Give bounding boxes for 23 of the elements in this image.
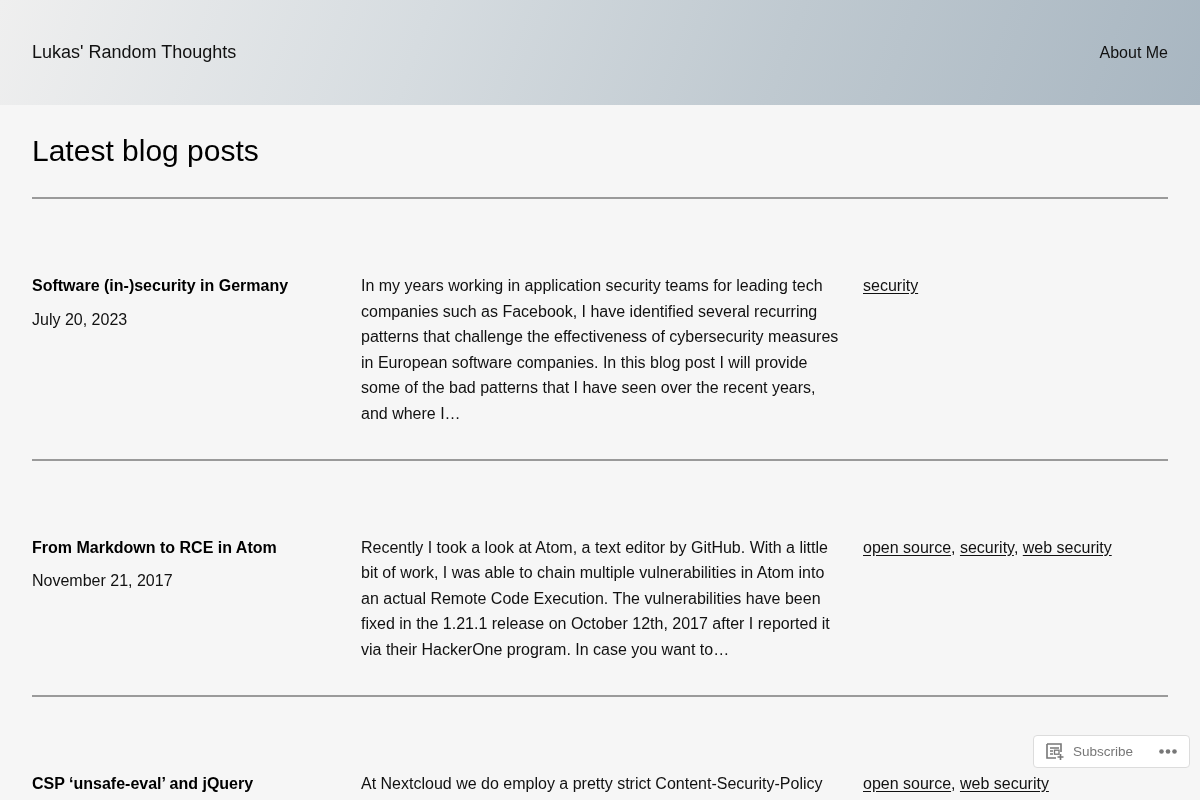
tag-list: open source, security, web security: [863, 534, 1112, 561]
tag-list: open source, web security: [863, 770, 1049, 797]
tag-link[interactable]: open source: [863, 538, 952, 556]
tag-link[interactable]: security: [863, 277, 919, 294]
tag-link[interactable]: web security: [959, 774, 1049, 792]
reader-plus-icon: [1045, 742, 1064, 761]
post-excerpt: Recently I took a look at Atom, a text editor by GitHub. With a little bit of work, I was able to chain multiple vulnerabilities in Atom into an actual Remote Code Execution. The vulnerabilities have been fixed in the 1.21.1 release on October 12th, 2017 after I reported it via their HackerOne program. In case you want to…: [361, 537, 831, 660]
tag-link[interactable]: web security: [1022, 538, 1112, 556]
post-excerpt: In my years working in application security teams for leading tech companies such as Facebook, I have identified several recurring patterns that challenge the effectiveness of cybersecurity measures in European software companies. In this blog post I will provide some of the bad patterns that I have seen over the recent years, and where I…: [361, 276, 840, 424]
post-date: November 21, 2017: [32, 571, 173, 592]
site-title-link[interactable]: Lukas' Random Thoughts: [32, 42, 237, 63]
post-date: July 20, 2023: [32, 309, 128, 330]
post-excerpt: At Nextcloud we do employ a pretty strict Content-Security-Policy: [361, 773, 824, 794]
tag-link[interactable]: open source: [863, 774, 952, 792]
more-button[interactable]: [1159, 749, 1177, 754]
post-title-link[interactable]: Software (in-)security in Germany: [32, 273, 289, 299]
page-heading: Latest blog posts: [32, 133, 259, 169]
subscribe-button[interactable]: Subscribe: [1045, 742, 1133, 761]
post-title-link[interactable]: CSP ‘unsafe-eval’ and jQuery: [32, 770, 254, 797]
ellipsis-icon: [1159, 749, 1177, 754]
post-title-link[interactable]: From Markdown to RCE in Atom: [32, 534, 277, 561]
tag-link[interactable]: security: [959, 538, 1014, 556]
nav-link[interactable]: About Me: [1099, 43, 1168, 62]
